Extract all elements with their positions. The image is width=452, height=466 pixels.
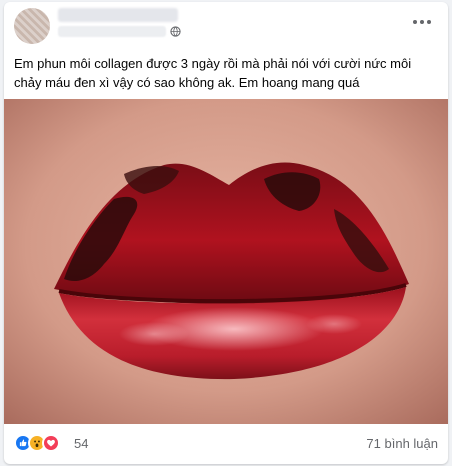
lips-photo-illustration bbox=[4, 99, 448, 424]
love-icon bbox=[42, 434, 60, 452]
globe-icon bbox=[170, 26, 181, 37]
reactions-bar: 54 71 bình luận bbox=[4, 426, 448, 462]
author-avatar[interactable] bbox=[14, 8, 50, 44]
post-text: Em phun môi collagen được 3 ngày rồi mà … bbox=[14, 56, 412, 90]
post-photo[interactable] bbox=[4, 99, 448, 424]
post-header bbox=[4, 2, 448, 52]
reaction-icons[interactable] bbox=[14, 434, 70, 452]
author-name-redacted[interactable] bbox=[58, 8, 178, 22]
reaction-count[interactable]: 54 bbox=[74, 436, 88, 451]
more-options-icon bbox=[413, 20, 417, 24]
more-options-button[interactable] bbox=[408, 12, 436, 32]
post-timestamp-redacted[interactable] bbox=[58, 26, 166, 37]
comment-count[interactable]: 71 bình luận bbox=[366, 436, 438, 451]
post-card: Em phun môi collagen được 3 ngày rồi mà … bbox=[4, 2, 448, 464]
